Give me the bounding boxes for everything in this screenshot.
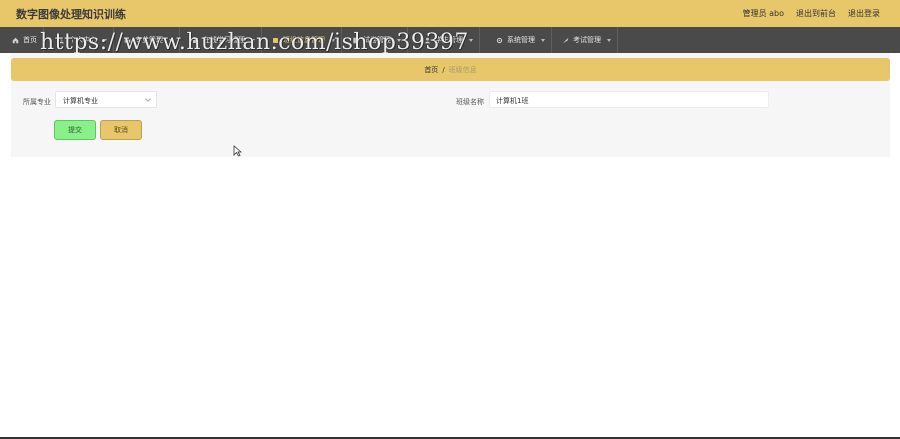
class-name-label: 班级名称 xyxy=(456,98,484,106)
breadcrumb: 首页 / 班级信息 xyxy=(11,58,890,81)
major-label: 所属专业 xyxy=(23,98,51,106)
submit-button[interactable]: 提交 xyxy=(54,120,96,140)
class-name-input[interactable]: 计算机1班 xyxy=(489,91,769,108)
top-header: 数字图像处理知识训练 管理员 abo 退出到前台 退出登录 xyxy=(0,0,900,27)
breadcrumb-separator: / xyxy=(442,65,445,74)
major-select-value: 计算机专业 xyxy=(63,97,98,105)
breadcrumb-home[interactable]: 首页 xyxy=(424,65,438,75)
logout-link[interactable]: 退出登录 xyxy=(848,8,880,19)
nav-item-exam[interactable]: 考试管理 xyxy=(556,27,618,53)
nav-item-home[interactable]: 首页 xyxy=(6,27,44,53)
exam-icon xyxy=(562,37,569,43)
header-actions: 管理员 abo 退出到前台 退出登录 xyxy=(743,8,880,19)
back-to-frontend-link[interactable]: 退出到前台 xyxy=(796,8,836,19)
nav-item-system[interactable]: 系统管理 xyxy=(490,27,552,53)
gear-icon xyxy=(496,37,503,43)
cancel-button[interactable]: 取消 xyxy=(100,120,142,140)
watermark-text: https://www.huzhan.com/ishop39397 xyxy=(40,30,469,55)
mouse-cursor-icon xyxy=(233,145,242,157)
class-name-value: 计算机1班 xyxy=(496,97,529,105)
form-panel: 首页 / 班级信息 所属专业 计算机专业 班级名称 计算机1班 提交 取消 xyxy=(11,53,890,157)
chevron-down-icon xyxy=(145,96,151,102)
home-icon xyxy=(12,37,19,43)
major-select[interactable]: 计算机专业 xyxy=(55,91,157,108)
breadcrumb-current: 班级信息 xyxy=(448,65,477,74)
admin-user-label: 管理员 abo xyxy=(742,9,784,18)
app-title: 数字图像处理知识训练 xyxy=(16,8,126,21)
